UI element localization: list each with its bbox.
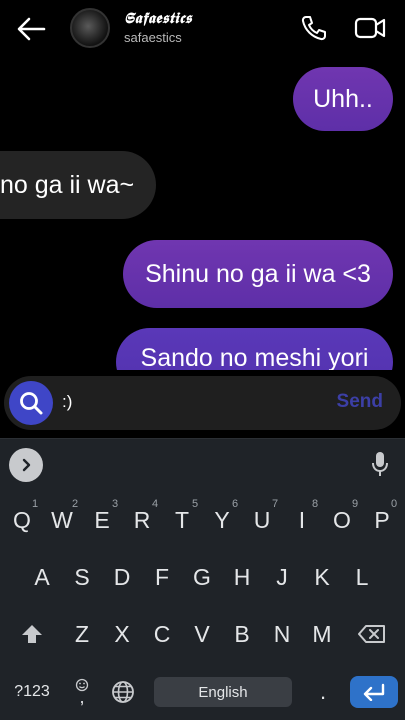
shift-icon <box>22 625 42 643</box>
microphone-icon[interactable] <box>370 451 390 477</box>
key-z[interactable]: Z <box>64 611 100 657</box>
key-hint: 5 <box>192 498 199 510</box>
chevron-right-icon <box>22 458 31 472</box>
backspace-icon <box>358 625 385 643</box>
message-bubble-outgoing[interactable]: Uhh.. <box>293 67 393 131</box>
shift-key[interactable] <box>14 611 50 657</box>
key-v[interactable]: V <box>184 611 220 657</box>
back-arrow-icon[interactable] <box>14 14 48 44</box>
avatar[interactable] <box>70 8 110 48</box>
key-l[interactable]: L <box>344 554 380 600</box>
phone-icon[interactable] <box>300 14 328 42</box>
key-s[interactable]: S <box>64 554 100 600</box>
contact-name[interactable]: 𝕾𝖆𝖋𝖆𝖊𝖘𝖙𝖎𝖈𝖘 <box>124 9 192 27</box>
key-hint: 3 <box>112 498 119 510</box>
key-x[interactable]: X <box>104 611 140 657</box>
language-key[interactable] <box>108 677 138 707</box>
space-key[interactable]: English <box>154 677 292 707</box>
key-hint: 6 <box>232 498 239 510</box>
message-bubble-outgoing[interactable]: Sando no meshi yori <box>116 328 393 370</box>
emoji-comma-key[interactable]: , <box>68 672 96 708</box>
key-c[interactable]: C <box>144 611 180 657</box>
send-button[interactable]: Send <box>337 391 383 413</box>
key-h[interactable]: H <box>224 554 260 600</box>
message-input[interactable]: :) <box>62 392 72 412</box>
contact-handle[interactable]: safaestics <box>124 30 182 45</box>
key-f[interactable]: F <box>144 554 180 600</box>
video-camera-icon[interactable] <box>354 14 386 42</box>
key-hint: 9 <box>352 498 359 510</box>
key-hint: 1 <box>32 498 39 510</box>
message-bubble-outgoing[interactable]: Shinu no ga ii wa <3 <box>123 240 393 308</box>
key-hint: 8 <box>312 498 319 510</box>
key-n[interactable]: N <box>264 611 300 657</box>
key-j[interactable]: J <box>264 554 300 600</box>
key-d[interactable]: D <box>104 554 140 600</box>
message-list[interactable]: Uhh.. no ga ii wa~ Shinu no ga ii wa <3 … <box>0 58 405 370</box>
key-hint: 4 <box>152 498 159 510</box>
message-composer: :) Send <box>4 376 401 430</box>
key-hint: 7 <box>272 498 279 510</box>
enter-icon <box>363 683 385 701</box>
search-icon <box>20 392 43 415</box>
enter-key[interactable] <box>350 676 398 708</box>
key-a[interactable]: A <box>24 554 60 600</box>
period-key[interactable]: . <box>310 676 336 708</box>
backspace-key[interactable] <box>354 611 390 657</box>
keyboard-toolbar <box>0 438 405 488</box>
search-button[interactable] <box>9 381 53 425</box>
keyboard: Q W E R T Y U I O P 1 2 3 4 5 6 7 8 9 0 … <box>0 488 405 720</box>
key-g[interactable]: G <box>184 554 220 600</box>
comma-label: , <box>79 687 85 707</box>
globe-icon <box>112 681 134 703</box>
key-b[interactable]: B <box>224 611 260 657</box>
key-m[interactable]: M <box>304 611 340 657</box>
chat-header: 𝕾𝖆𝖋𝖆𝖊𝖘𝖙𝖎𝖈𝖘 safaestics <box>0 0 405 58</box>
message-bubble-incoming[interactable]: no ga ii wa~ <box>0 151 156 219</box>
key-hint: 2 <box>72 498 79 510</box>
key-k[interactable]: K <box>304 554 340 600</box>
expand-toolbar-button[interactable] <box>9 448 43 482</box>
key-hint: 0 <box>391 498 398 510</box>
symbols-key[interactable]: ?123 <box>8 678 56 706</box>
